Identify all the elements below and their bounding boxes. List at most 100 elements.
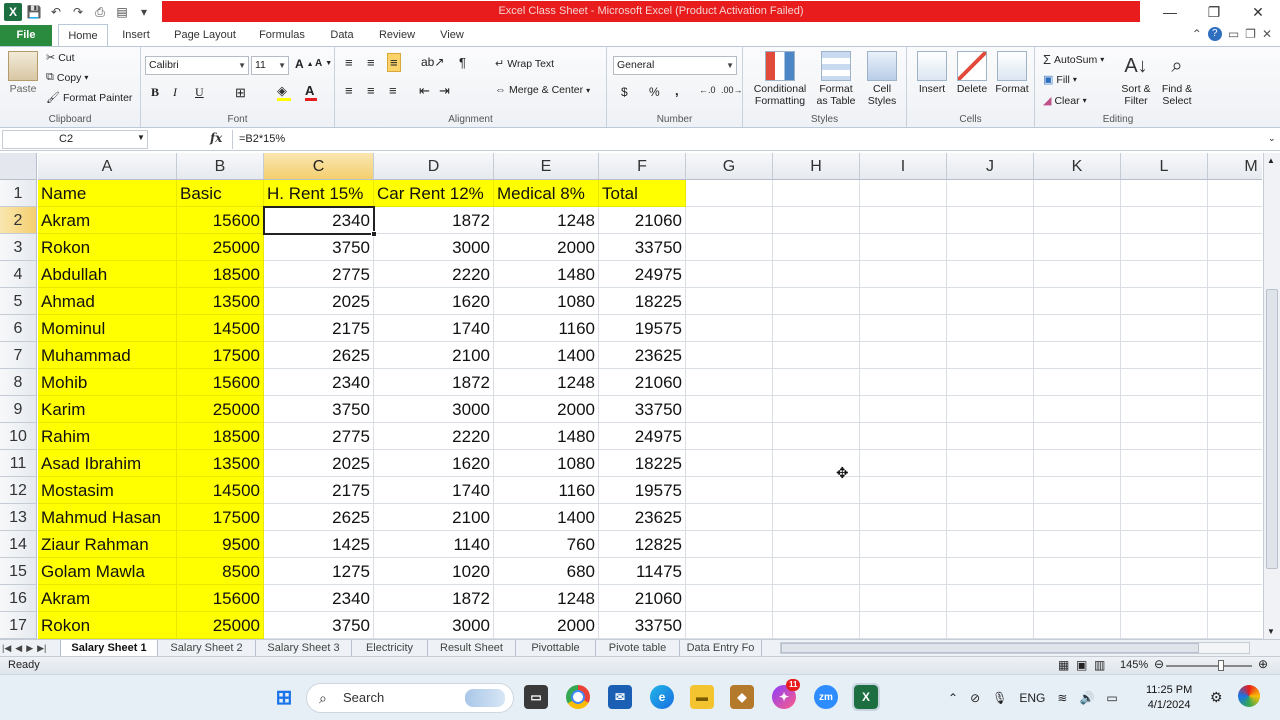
scroll-up-icon[interactable]: ▲ [1267, 156, 1275, 165]
sheet-tab[interactable]: Data Entry Fo [680, 640, 762, 656]
empty-cell[interactable] [1208, 423, 1262, 450]
task-view-icon[interactable]: ▭ [524, 685, 548, 709]
empty-cell[interactable] [773, 207, 860, 234]
empty-cell[interactable] [1121, 369, 1208, 396]
empty-cell[interactable] [773, 261, 860, 288]
empty-cell[interactable] [947, 450, 1034, 477]
value-cell[interactable]: 25000 [177, 234, 264, 261]
header-cell[interactable]: Car Rent 12% [374, 180, 494, 207]
select-all-corner[interactable] [0, 153, 37, 180]
name-cell[interactable]: Akram [38, 585, 177, 612]
wrap-text-button[interactable]: ↵ Wrap Text [495, 57, 554, 71]
empty-cell[interactable] [1208, 261, 1262, 288]
battery-icon[interactable]: ▭ [1106, 691, 1117, 705]
empty-cell[interactable] [1121, 585, 1208, 612]
name-cell[interactable]: Mominul [38, 315, 177, 342]
print-preview-icon[interactable]: ⎙ [90, 3, 110, 21]
empty-cell[interactable] [860, 180, 947, 207]
empty-cell[interactable] [947, 369, 1034, 396]
tab-page-layout[interactable]: Page Layout [166, 24, 244, 46]
copilot-icon[interactable] [1238, 685, 1260, 707]
value-cell[interactable]: 1620 [374, 288, 494, 315]
empty-cell[interactable] [1034, 504, 1121, 531]
value-cell[interactable]: 21060 [599, 585, 686, 612]
microphone-icon[interactable]: 🎙 [992, 691, 1007, 705]
value-cell[interactable]: 2175 [264, 477, 374, 504]
zoom-app-icon[interactable]: zm [814, 685, 838, 709]
row-header[interactable]: 6 [0, 315, 37, 342]
column-header-b[interactable]: B [177, 153, 264, 180]
name-cell[interactable]: Mahmud Hasan [38, 504, 177, 531]
font-name-select[interactable]: Calibri ▼ [145, 56, 249, 75]
empty-cell[interactable] [860, 288, 947, 315]
borders-icon[interactable]: ⊞ [235, 85, 246, 101]
row-header[interactable]: 13 [0, 504, 37, 531]
decrease-decimal-icon[interactable]: .00→ [721, 85, 743, 95]
empty-cell[interactable] [686, 180, 773, 207]
empty-cell[interactable] [773, 315, 860, 342]
empty-cell[interactable] [1121, 261, 1208, 288]
open-icon[interactable]: ▤ [112, 3, 132, 21]
empty-cell[interactable] [1208, 585, 1262, 612]
empty-cell[interactable] [773, 558, 860, 585]
horizontal-scroll-thumb[interactable] [781, 643, 1199, 653]
empty-cell[interactable] [1121, 477, 1208, 504]
increase-indent-icon[interactable]: ⇥ [439, 83, 450, 99]
empty-cell[interactable] [686, 450, 773, 477]
first-sheet-icon[interactable]: |◀ [2, 640, 11, 656]
empty-cell[interactable] [860, 342, 947, 369]
empty-cell[interactable] [1034, 531, 1121, 558]
value-cell[interactable]: 17500 [177, 504, 264, 531]
value-cell[interactable]: 1425 [264, 531, 374, 558]
align-left-icon[interactable]: ≡ [345, 83, 353, 98]
tab-data[interactable]: Data [322, 24, 362, 46]
empty-cell[interactable] [1034, 396, 1121, 423]
value-cell[interactable]: 33750 [599, 396, 686, 423]
value-cell[interactable]: 3000 [374, 396, 494, 423]
name-box-dropdown-icon[interactable]: ▼ [137, 133, 145, 142]
value-cell[interactable]: 15600 [177, 207, 264, 234]
value-cell[interactable]: 1248 [494, 207, 599, 234]
empty-cell[interactable] [686, 423, 773, 450]
windows-start-icon[interactable]: ⊞ [272, 685, 296, 709]
value-cell[interactable]: 1480 [494, 261, 599, 288]
sheet-tab[interactable]: Salary Sheet 1 [60, 640, 158, 656]
empty-cell[interactable] [1034, 234, 1121, 261]
page-break-view-icon[interactable]: ▥ [1094, 657, 1105, 674]
value-cell[interactable]: 1620 [374, 450, 494, 477]
empty-cell[interactable] [686, 315, 773, 342]
wifi-icon[interactable]: ≋ [1057, 691, 1067, 705]
empty-cell[interactable] [1121, 315, 1208, 342]
value-cell[interactable]: 1140 [374, 531, 494, 558]
name-cell[interactable]: Karim [38, 396, 177, 423]
empty-cell[interactable] [686, 612, 773, 639]
empty-cell[interactable] [860, 423, 947, 450]
empty-cell[interactable] [947, 396, 1034, 423]
empty-cell[interactable] [686, 288, 773, 315]
column-header-j[interactable]: J [947, 153, 1034, 180]
value-cell[interactable]: 2100 [374, 504, 494, 531]
empty-cell[interactable] [860, 261, 947, 288]
empty-cell[interactable] [1208, 180, 1262, 207]
empty-cell[interactable] [860, 558, 947, 585]
row-header[interactable]: 8 [0, 369, 37, 396]
excel-app-icon[interactable]: X [4, 3, 22, 21]
autosum-button[interactable]: Σ AutoSum ▾ [1043, 52, 1104, 67]
value-cell[interactable]: 13500 [177, 450, 264, 477]
name-cell[interactable]: Mohib [38, 369, 177, 396]
align-center-icon[interactable]: ≡ [367, 83, 375, 98]
empty-cell[interactable] [773, 396, 860, 423]
zoom-slider-thumb[interactable] [1218, 660, 1224, 671]
empty-cell[interactable] [947, 531, 1034, 558]
row-header[interactable]: 2 [0, 207, 37, 234]
name-cell[interactable]: Rokon [38, 612, 177, 639]
paste-button[interactable]: Paste [6, 51, 40, 95]
tab-home[interactable]: Home [58, 24, 108, 46]
empty-cell[interactable] [860, 315, 947, 342]
row-header[interactable]: 9 [0, 396, 37, 423]
name-cell[interactable]: Ziaur Rahman [38, 531, 177, 558]
empty-cell[interactable] [1034, 180, 1121, 207]
value-cell[interactable]: 1275 [264, 558, 374, 585]
fill-color-icon[interactable]: ◈ [277, 83, 291, 101]
empty-cell[interactable] [1034, 369, 1121, 396]
